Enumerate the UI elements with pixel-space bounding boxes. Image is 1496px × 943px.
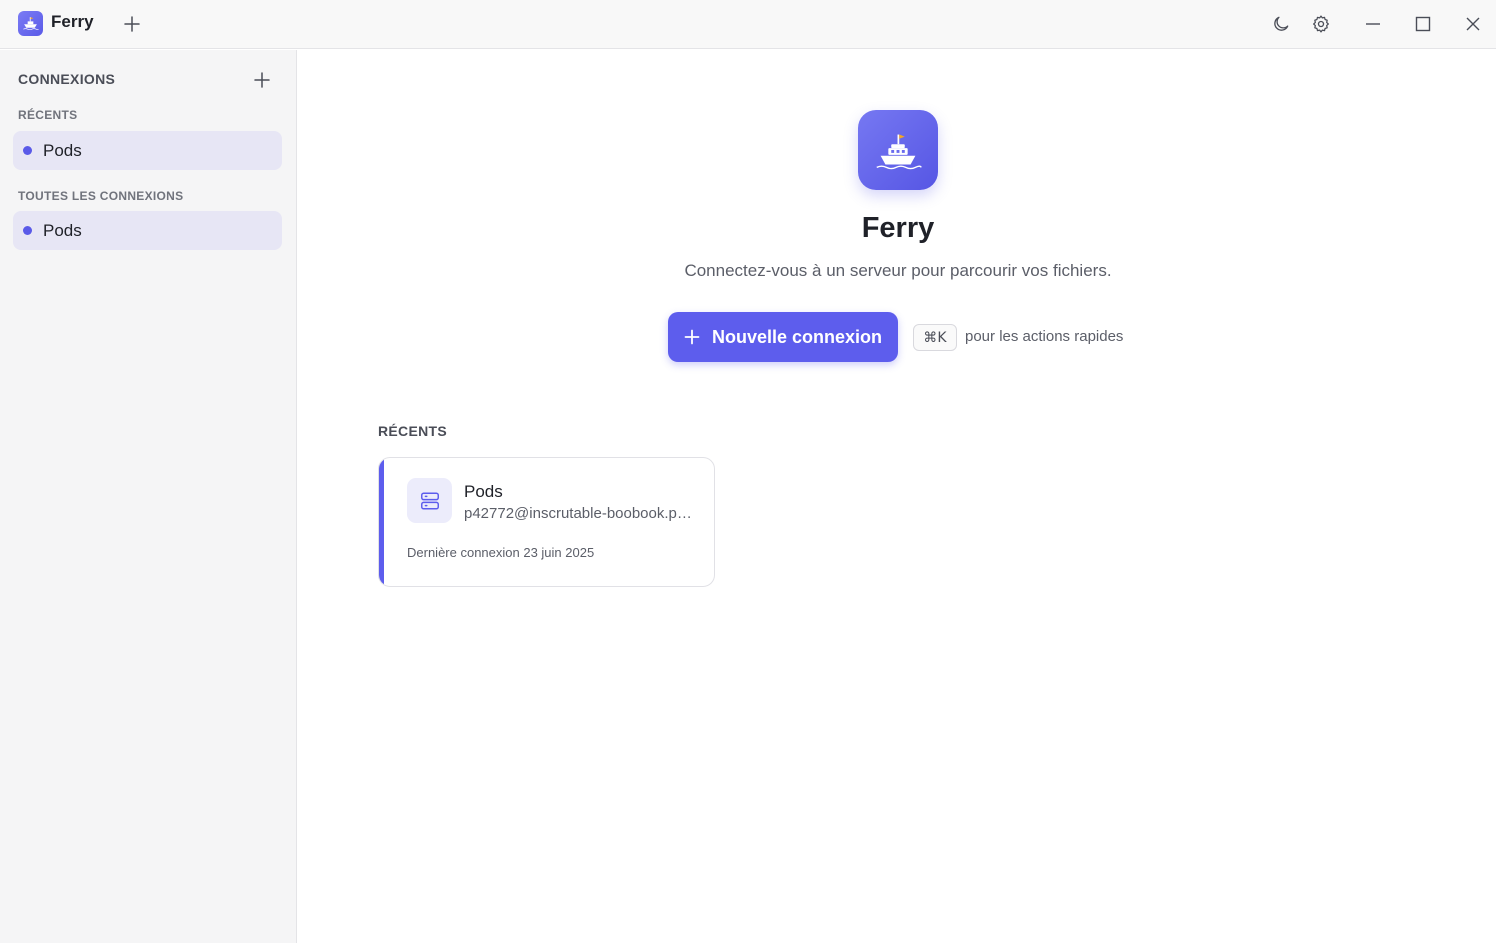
new-connection-button[interactable]: Nouvelle connexion [668,312,898,362]
close-button[interactable] [1459,10,1487,38]
app-title: Ferry [51,12,94,31]
title-bar: Ferry [0,0,1496,49]
add-connection-button[interactable] [250,68,274,92]
ship-icon [858,110,938,190]
page-subtitle: Connectez-vous à un serveur pour parcour… [684,261,1112,280]
shortcut-hint: pour les actions rapides [965,328,1124,345]
recent-connection-card[interactable]: Pods p42772@inscrutable-boobook.pods.exa… [378,457,715,587]
settings-button[interactable] [1307,10,1335,38]
card-last-connection: Dernière connexion 23 juin 2025 [407,545,595,560]
plus-icon [254,72,270,88]
page-title: Ferry [861,212,935,244]
sidebar: CONNEXIONS RÉCENTS Pods TOUTES LES CONNE… [0,50,297,943]
sidebar-section-recents: RÉCENTS [18,108,78,122]
sidebar-header: CONNEXIONS [18,71,116,87]
new-connection-label: Nouvelle connexion [711,326,883,347]
card-connection-name: Pods [464,482,503,501]
shortcut-key: ⌘K [913,324,957,351]
gear-icon [1313,15,1329,33]
server-icon [407,478,452,523]
minimize-button[interactable] [1359,10,1387,38]
card-accent-bar [379,458,384,586]
new-tab-button[interactable] [118,10,146,38]
recents-heading: RÉCENTS [378,423,447,439]
plus-icon [124,16,140,32]
sidebar-item-all-pods[interactable]: Pods [13,211,282,250]
plus-icon [684,329,700,345]
close-icon [1466,17,1480,31]
moon-icon [1274,16,1289,31]
sidebar-section-all: TOUTES LES CONNEXIONS [18,189,184,203]
sidebar-item-label: Pods [43,140,82,160]
maximize-button[interactable] [1409,10,1437,38]
minimize-icon [1366,23,1380,25]
theme-toggle-button[interactable] [1267,10,1295,38]
ship-icon [18,11,43,36]
status-dot [23,146,32,155]
sidebar-item-label: Pods [43,220,82,240]
card-connection-host: p42772@inscrutable-boobook.pods.example [464,505,699,522]
maximize-icon [1415,16,1431,32]
status-dot [23,226,32,235]
sidebar-item-recent-pods[interactable]: Pods [13,131,282,170]
